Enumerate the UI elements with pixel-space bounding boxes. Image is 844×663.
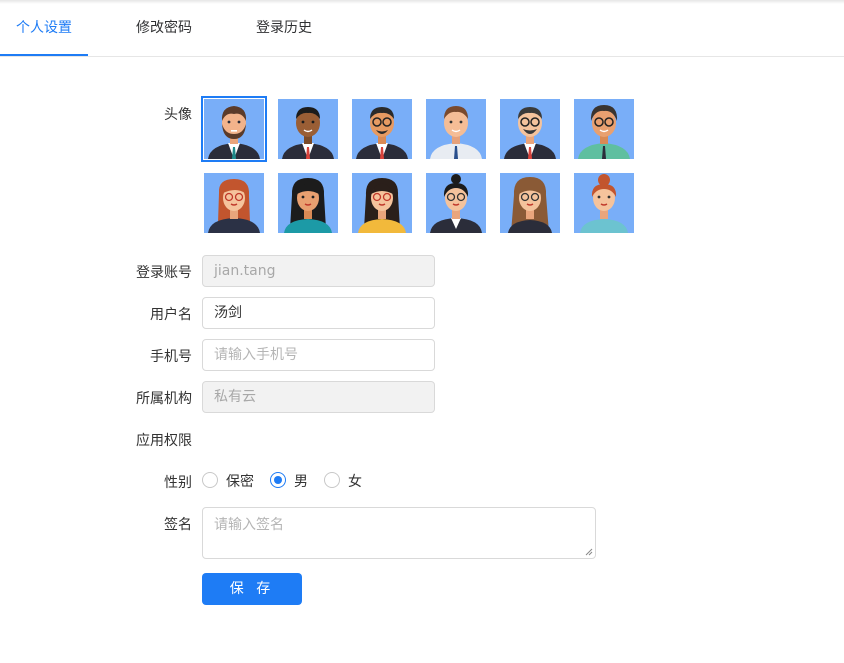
signature-placeholder: 请输入签名 xyxy=(214,517,284,533)
account-label: 登录账号 xyxy=(136,265,192,281)
permission-label: 应用权限 xyxy=(136,433,192,449)
resize-handle-icon[interactable] xyxy=(585,548,593,556)
avatar-woman-glasses-yellow[interactable] xyxy=(352,173,412,233)
org-field: 私有云 xyxy=(202,381,435,413)
avatar-man-glasses-beard-icon xyxy=(504,107,556,159)
avatar-woman-black-hair[interactable] xyxy=(278,173,338,233)
tab-bar: 个人设置 修改密码 登录历史 xyxy=(0,0,844,57)
avatar-man-glasses-green-shirt[interactable] xyxy=(574,99,634,159)
avatar-woman-redhead-glasses[interactable] xyxy=(204,173,264,233)
username-field[interactable]: 汤剑 xyxy=(202,297,435,329)
avatar-woman-bun-glasses[interactable] xyxy=(426,173,486,233)
radio-label: 女 xyxy=(348,474,362,490)
avatar-woman-red-bun[interactable] xyxy=(574,173,634,233)
tab-active-indicator xyxy=(0,54,88,56)
avatar-woman-glasses-yellow-icon xyxy=(358,178,406,233)
save-button[interactable]: 保 存 xyxy=(202,573,302,605)
avatar-woman-long-brown-hair[interactable] xyxy=(500,173,560,233)
avatar-man-glasses-goatee[interactable] xyxy=(352,99,412,159)
phone-label: 手机号 xyxy=(150,349,192,365)
radio-circle xyxy=(324,472,340,488)
radio-circle xyxy=(202,472,218,488)
gender-label: 性别 xyxy=(164,475,192,491)
avatar-man-beard-icon xyxy=(208,106,260,159)
avatar-woman-red-bun-icon xyxy=(580,174,628,233)
avatar-woman-long-brown-hair-icon xyxy=(508,177,552,233)
radio-circle xyxy=(270,472,286,488)
tab-personal-settings[interactable]: 个人设置 xyxy=(16,0,72,56)
org-label: 所属机构 xyxy=(136,391,192,407)
avatar-man-dark-skin[interactable] xyxy=(278,99,338,159)
avatar-label: 头像 xyxy=(164,107,192,123)
gender-radio-female[interactable]: 女 xyxy=(324,472,368,490)
gender-radio-male[interactable]: 男 xyxy=(270,472,314,490)
tab-change-password[interactable]: 修改密码 xyxy=(136,0,192,56)
signature-label: 签名 xyxy=(164,517,192,533)
avatar-man-glasses-goatee-icon xyxy=(356,107,408,159)
avatar-man-white-shirt-icon xyxy=(430,106,482,159)
radio-label: 保密 xyxy=(226,474,254,490)
radio-label: 男 xyxy=(294,474,308,490)
tab-login-history[interactable]: 登录历史 xyxy=(256,0,312,56)
account-field: jian.tang xyxy=(202,255,435,287)
avatar-man-glasses-green-shirt-icon xyxy=(578,105,630,159)
gender-radio-secret[interactable]: 保密 xyxy=(202,472,262,490)
phone-field[interactable]: 请输入手机号 xyxy=(202,339,435,371)
avatar-woman-bun-glasses-icon xyxy=(430,174,482,233)
signature-textarea[interactable]: 请输入签名 xyxy=(202,507,596,559)
avatar-man-white-shirt[interactable] xyxy=(426,99,486,159)
avatar-man-beard[interactable] xyxy=(201,96,267,162)
avatar-man-glasses-beard[interactable] xyxy=(500,99,560,159)
avatar-woman-redhead-glasses-icon xyxy=(208,179,260,233)
avatar-woman-black-hair-icon xyxy=(284,178,332,233)
username-label: 用户名 xyxy=(150,307,192,323)
avatar-man-dark-skin-icon xyxy=(282,107,334,159)
